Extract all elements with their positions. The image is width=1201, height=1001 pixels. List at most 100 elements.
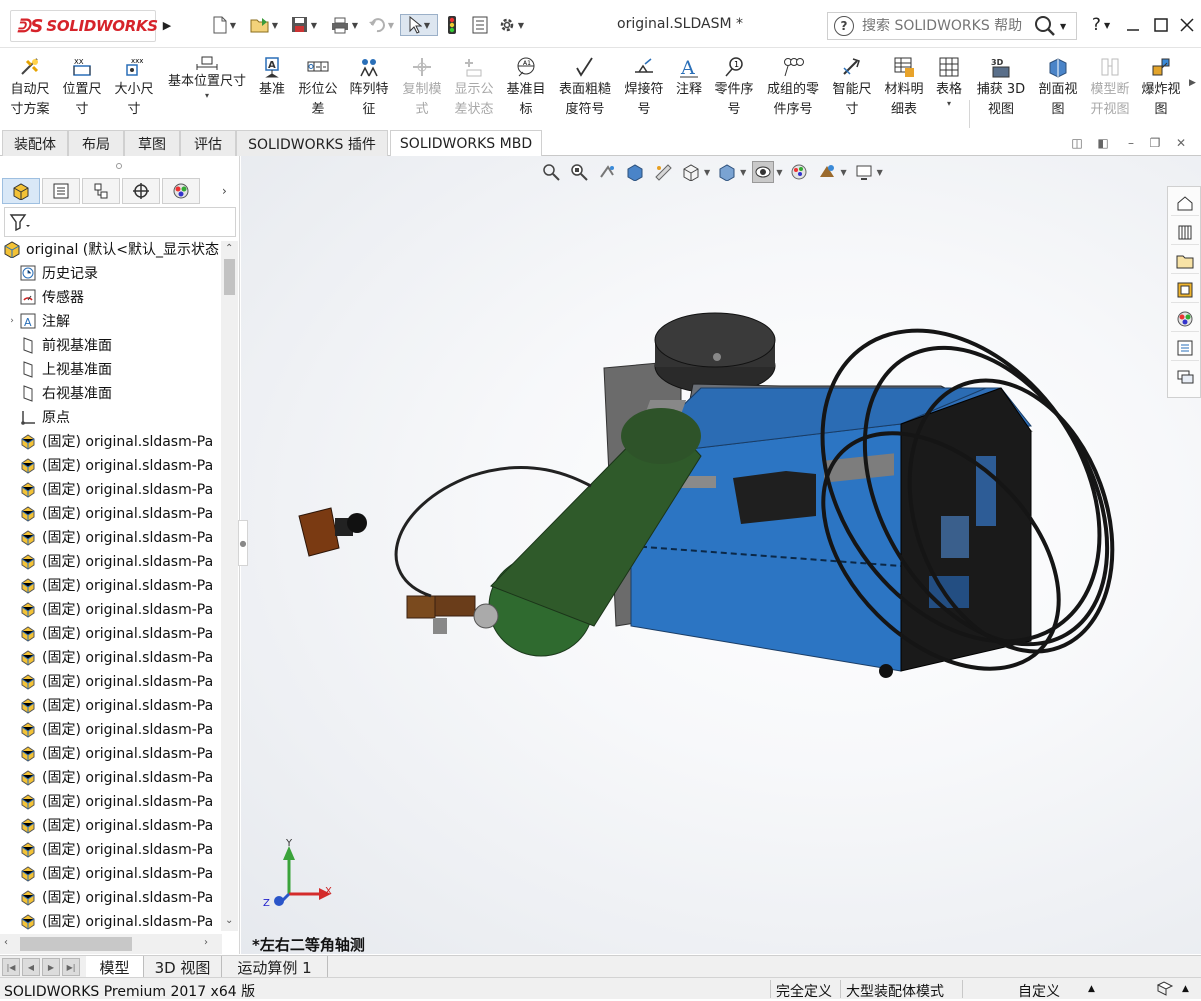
tree-item[interactable]: 前视基准面 (0, 333, 222, 357)
tree-component-item[interactable]: (固定) original.sldasm-Pa (0, 909, 222, 933)
appearances-scenes-icon[interactable] (1171, 306, 1199, 332)
file-properties-button[interactable] (470, 14, 490, 36)
select-button[interactable]: ▼ (400, 14, 438, 36)
graphics-area[interactable]: Y X Z (241, 156, 1201, 954)
tree-horizontal-scrollbar[interactable]: ‹ › (0, 934, 222, 954)
dropdown-arrow-icon[interactable]: ▾ (947, 100, 951, 108)
maximize-button[interactable] (1150, 14, 1172, 36)
dropdown-arrow-icon[interactable]: ▼ (740, 168, 746, 177)
last-tab-icon[interactable]: ▶| (62, 958, 80, 976)
scroll-thumb[interactable] (20, 937, 132, 951)
undo-button[interactable]: ▼ (364, 14, 398, 36)
file-explorer-icon[interactable] (1171, 248, 1199, 274)
unit-system[interactable]: 自定义 (1018, 981, 1060, 1001)
edit-appearance-icon[interactable] (788, 161, 810, 183)
tree-component-item[interactable]: (固定) original.sldasm-Pa (0, 885, 222, 909)
previous-view-icon[interactable] (596, 161, 618, 183)
options-button[interactable]: ▼ (494, 14, 528, 36)
dropdown-arrow-icon[interactable]: ▼ (776, 168, 782, 177)
tree-component-item[interactable]: (固定) original.sldasm-Pa (0, 573, 222, 597)
solidworks-resources-icon[interactable] (1171, 190, 1199, 216)
zoom-to-fit-icon[interactable] (540, 161, 562, 183)
tab-model[interactable]: 模型 (86, 956, 144, 978)
tool-auto-dimension-scheme[interactable]: 自动尺 寸方案 (4, 54, 56, 124)
previous-tab-icon[interactable]: ◀ (22, 958, 40, 976)
assembly-model[interactable] (241, 156, 1201, 954)
doc-restore-icon[interactable]: ❐ (1148, 136, 1162, 150)
tree-vertical-scrollbar[interactable]: ⌃ ⌄ (221, 241, 238, 931)
hide-show-items-icon[interactable] (752, 161, 775, 183)
tree-item[interactable]: › A 注解 (0, 309, 222, 333)
scroll-left-icon[interactable]: ‹ (4, 937, 8, 948)
tool-pattern-feature[interactable]: 阵列特 征 (344, 54, 394, 124)
search-input[interactable] (862, 18, 1032, 34)
help-button[interactable]: ? ▼ (1086, 14, 1116, 36)
close-button[interactable] (1176, 14, 1198, 36)
doc-minimize-icon[interactable]: – (1124, 136, 1138, 150)
tree-component-item[interactable]: (固定) original.sldasm-Pa (0, 861, 222, 885)
tab-solidworks-mbd[interactable]: SOLIDWORKS MBD (390, 130, 542, 157)
panel-splitter[interactable]: ● (238, 520, 248, 566)
displaymanager-tab-icon[interactable] (162, 178, 200, 204)
tree-component-item[interactable]: (固定) original.sldasm-Pa (0, 429, 222, 453)
configurationmanager-tab-icon[interactable] (82, 178, 120, 204)
expand-arrow-icon[interactable]: › (6, 316, 18, 326)
tree-component-item[interactable]: (固定) original.sldasm-Pa (0, 597, 222, 621)
tree-item[interactable]: 历史记录 (0, 261, 222, 285)
tree-item[interactable]: 上视基准面 (0, 357, 222, 381)
tree-root-node[interactable]: original (默认<默认_显示状态 (2, 237, 222, 261)
tool-geometric-tolerance[interactable]: 形位公 差 (294, 54, 342, 124)
tree-component-item[interactable]: (固定) original.sldasm-Pa (0, 453, 222, 477)
units-dropdown-icon[interactable]: ▲ (1088, 984, 1095, 994)
tree-component-item[interactable]: (固定) original.sldasm-Pa (0, 837, 222, 861)
dropdown-arrow-icon[interactable]: ▼ (704, 168, 710, 177)
tree-component-item[interactable]: (固定) original.sldasm-Pa (0, 717, 222, 741)
next-tab-icon[interactable]: ▶ (42, 958, 60, 976)
doc-close-icon[interactable]: ✕ (1174, 136, 1188, 150)
tool-surface-finish[interactable]: 表面粗糙 度符号 (554, 54, 616, 124)
tree-component-item[interactable]: (固定) original.sldasm-Pa (0, 477, 222, 501)
dimxpertmanager-tab-icon[interactable] (122, 178, 160, 204)
minimize-button[interactable] (1122, 14, 1144, 36)
viewport-right-arrow-icon[interactable]: ◧ (1096, 136, 1110, 150)
rebuild-button[interactable] (444, 14, 460, 36)
zoom-to-area-icon[interactable] (568, 161, 590, 183)
tab-assembly[interactable]: 装配体 (2, 130, 68, 156)
tool-show-tolerance-status[interactable]: 显示公 差状态 (448, 54, 500, 124)
tab-3d-views[interactable]: 3D 视图 (144, 956, 222, 978)
tool-bom[interactable]: 材料明 细表 (878, 54, 930, 124)
tree-component-item[interactable]: (固定) original.sldasm-Pa (0, 549, 222, 573)
tool-datum-target[interactable]: A1 基准目 标 (500, 54, 552, 124)
featuremanager-tab-icon[interactable] (2, 178, 40, 204)
design-library-icon[interactable] (1171, 219, 1199, 245)
tool-explode-view[interactable]: 爆炸视 图 (1136, 54, 1186, 124)
tool-location-dimension[interactable]: XX 位置尺 寸 (56, 54, 108, 124)
scroll-thumb[interactable] (224, 259, 235, 295)
viewport-left-arrow-icon[interactable]: ◫ (1070, 136, 1084, 150)
tree-item[interactable]: 右视基准面 (0, 381, 222, 405)
toolbar-overflow-icon[interactable]: ▶ (1189, 78, 1196, 88)
solidworks-logo[interactable]: ᕲS SOLIDWORKS (10, 10, 158, 42)
tool-model-break-view[interactable]: 模型断 开视图 (1084, 54, 1136, 124)
scroll-up-icon[interactable]: ⌃ (225, 243, 233, 254)
tab-sketch[interactable]: 草图 (124, 130, 180, 156)
tree-filter[interactable] (4, 207, 236, 237)
tree-component-item[interactable]: (固定) original.sldasm-Pa (0, 501, 222, 525)
tree-component-item[interactable]: (固定) original.sldasm-Pa (0, 741, 222, 765)
status-expand-icon[interactable]: ▲ (1182, 984, 1189, 994)
tool-table[interactable]: 表格 ▾ (930, 54, 968, 124)
menu-expand-arrow-icon[interactable]: ▶ (160, 12, 174, 38)
apply-scene-icon[interactable] (816, 161, 838, 183)
new-document-button[interactable]: ▼ (206, 14, 242, 36)
tab-motion-study[interactable]: 运动算例 1 (222, 956, 328, 978)
view-orientation-icon[interactable] (680, 161, 702, 183)
section-view-icon[interactable] (624, 161, 646, 183)
search-icon[interactable] (1034, 15, 1056, 37)
tool-stacked-balloon[interactable]: 成组的零 件序号 (762, 54, 824, 124)
tool-note[interactable]: A 注释 (670, 54, 708, 124)
tree-item[interactable]: 传感器 (0, 285, 222, 309)
tool-balloon[interactable]: 1 零件序 号 (708, 54, 760, 124)
tab-layout[interactable]: 布局 (68, 130, 124, 156)
tool-capture-3d-view[interactable]: 3D 捕获 3D 视图 (972, 54, 1030, 124)
tree-component-item[interactable]: (固定) original.sldasm-Pa (0, 813, 222, 837)
